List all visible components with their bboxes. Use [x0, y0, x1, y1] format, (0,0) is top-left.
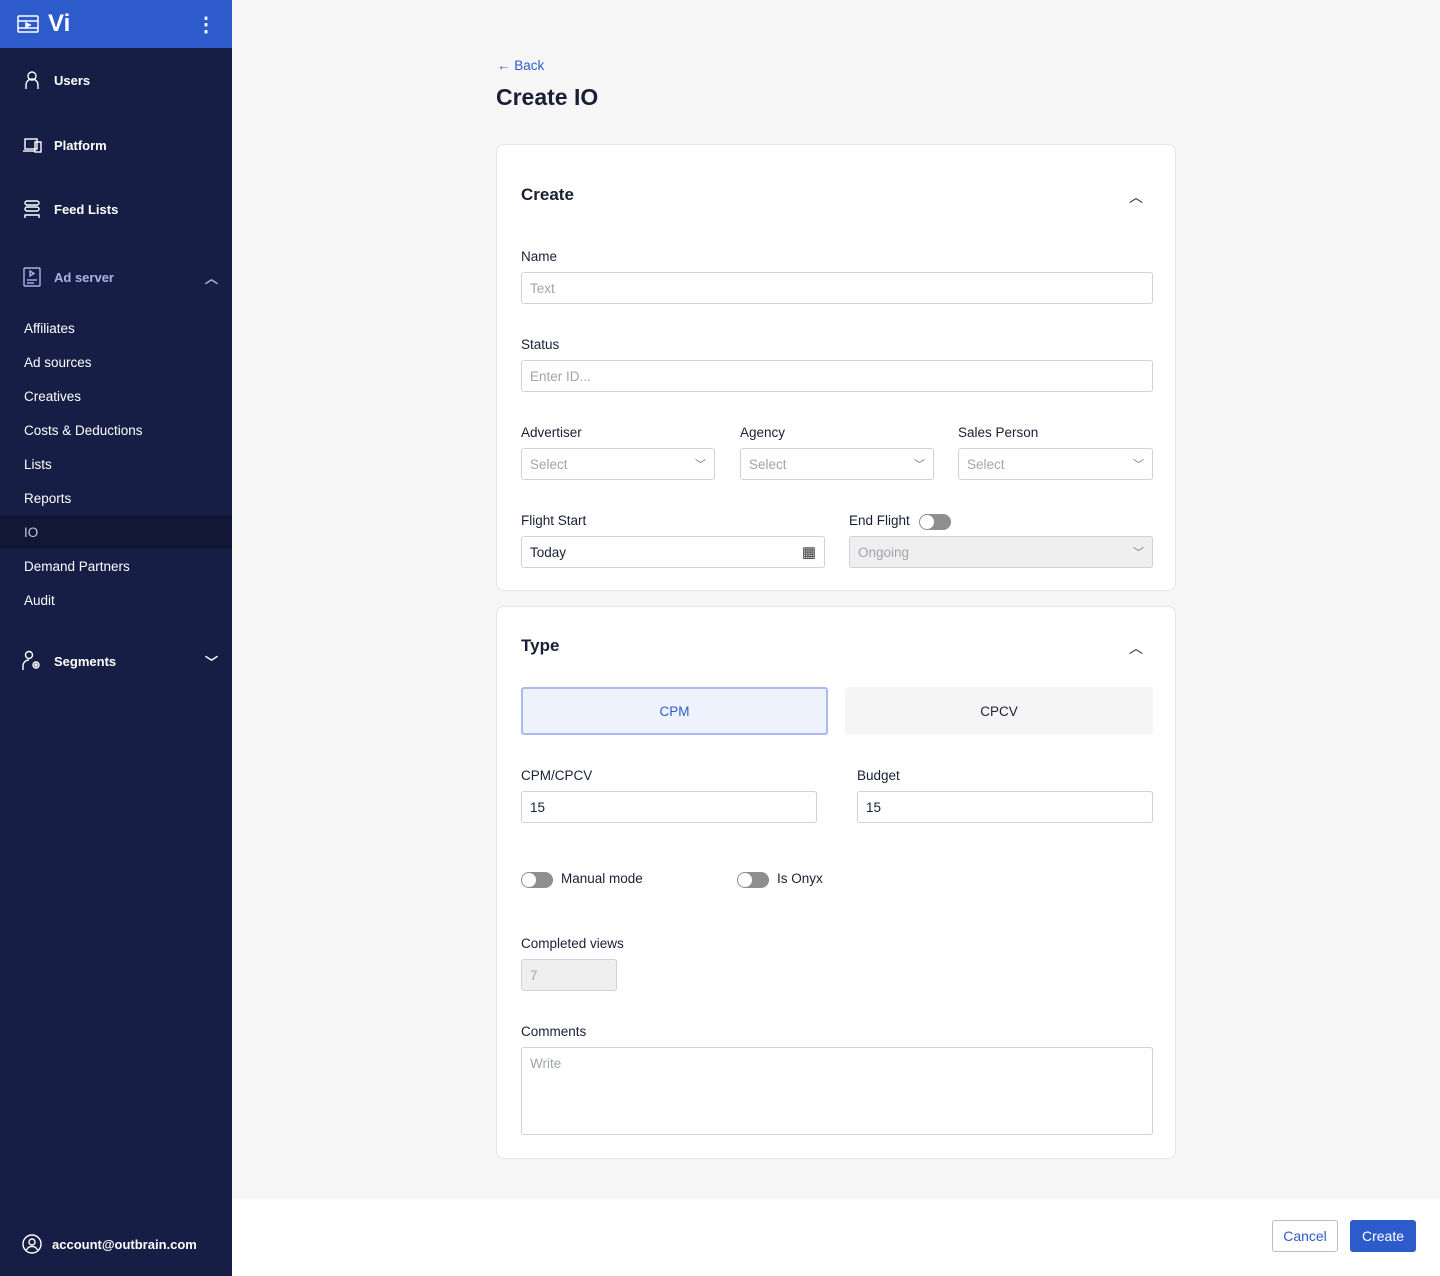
- cpm-input[interactable]: 15: [521, 791, 817, 823]
- completed-views-input: 7: [521, 959, 617, 991]
- select-placeholder: Select: [749, 456, 787, 472]
- sidebar-subitem-audit[interactable]: Audit: [0, 583, 232, 617]
- footer-bar: Cancel Create: [232, 1199, 1440, 1276]
- cpm-label: CPM/CPCV: [521, 768, 593, 783]
- completed-views-label: Completed views: [521, 936, 624, 951]
- video-logo-icon: [17, 15, 39, 33]
- chevron-down-icon: ﹀: [695, 459, 706, 471]
- comments-textarea[interactable]: Write: [521, 1047, 1153, 1135]
- devices-icon: [23, 138, 42, 153]
- status-input[interactable]: Enter ID...: [521, 360, 1153, 392]
- sidebar-item-feed-lists[interactable]: Feed Lists: [22, 199, 218, 219]
- section-title: Type: [521, 636, 560, 655]
- is-onyx-toggle[interactable]: [737, 872, 769, 888]
- name-input[interactable]: Text: [521, 272, 1153, 304]
- sidebar: Vi ⋮ Users Platform Feed Lists Ad server…: [0, 0, 232, 1276]
- select-placeholder: Select: [967, 456, 1005, 472]
- page-title: Create IO: [496, 84, 599, 110]
- chevron-up-icon[interactable]: ︿: [1129, 638, 1143, 658]
- sidebar-subitem-demand-partners[interactable]: Demand Partners: [0, 549, 232, 583]
- sidebar-item-users[interactable]: Users: [22, 70, 218, 90]
- sales-person-label: Sales Person: [958, 425, 1039, 440]
- sidebar-subitem-affiliates[interactable]: Affiliates: [0, 311, 232, 345]
- sidebar-item-platform[interactable]: Platform: [22, 135, 218, 155]
- status-placeholder: Enter ID...: [530, 368, 591, 384]
- create-section: Create ︿ Name Text Status Enter ID... Ad…: [496, 144, 1176, 591]
- sidebar-item-label: Ad server: [54, 269, 114, 285]
- section-title: Create: [521, 185, 574, 204]
- completed-views-value: 7: [530, 967, 538, 983]
- chevron-up-icon[interactable]: ︿: [1129, 187, 1143, 207]
- sales-person-select[interactable]: Select ﹀: [958, 448, 1153, 480]
- select-placeholder: Select: [530, 456, 568, 472]
- status-label: Status: [521, 337, 560, 352]
- budget-label: Budget: [857, 768, 900, 783]
- type-option-cpcv[interactable]: CPCV: [845, 687, 1153, 735]
- create-button[interactable]: Create: [1350, 1220, 1416, 1252]
- chevron-up-icon[interactable]: ︿: [205, 268, 218, 287]
- sidebar-item-label: Feed Lists: [54, 201, 119, 217]
- list-stack-icon: [24, 200, 40, 218]
- calendar-icon[interactable]: ▦: [802, 543, 816, 561]
- chevron-down-icon: ﹀: [1133, 547, 1144, 559]
- sidebar-subitem-lists[interactable]: Lists: [0, 447, 232, 481]
- agency-select[interactable]: Select ﹀: [740, 448, 934, 480]
- comments-label: Comments: [521, 1024, 587, 1039]
- chevron-down-icon: ﹀: [1133, 459, 1144, 471]
- cancel-button[interactable]: Cancel: [1272, 1220, 1338, 1252]
- account-email: account@outbrain.com: [52, 1236, 197, 1252]
- account-icon: [22, 1234, 42, 1254]
- flight-start-value: Today: [530, 544, 567, 560]
- chevron-down-icon[interactable]: ﹀: [205, 652, 218, 671]
- budget-input[interactable]: 15: [857, 791, 1153, 823]
- is-onyx-label: Is Onyx: [777, 871, 823, 886]
- name-label: Name: [521, 249, 558, 264]
- user-settings-icon: [22, 650, 40, 670]
- logo[interactable]: Vi: [16, 10, 70, 38]
- sidebar-item-label: Segments: [54, 653, 117, 669]
- manual-mode-label: Manual mode: [561, 871, 643, 886]
- app-title: Vi: [48, 10, 71, 37]
- type-option-cpm[interactable]: CPM: [521, 687, 828, 735]
- cpm-value: 15: [530, 799, 546, 815]
- type-section: Type ︿ CPM CPCV CPM/CPCV 15 Budget 15 Ma…: [496, 606, 1176, 1159]
- more-menu-icon[interactable]: ⋮: [196, 12, 216, 37]
- end-flight-label: End Flight: [849, 513, 910, 528]
- sidebar-subitem-costs[interactable]: Costs & Deductions: [0, 413, 232, 447]
- back-link[interactable]: ← Back: [497, 58, 544, 73]
- user-icon: [25, 71, 39, 89]
- ad-server-icon: [23, 267, 41, 287]
- chevron-down-icon: ﹀: [914, 459, 925, 471]
- account-menu[interactable]: account@outbrain.com: [22, 1234, 197, 1254]
- agency-label: Agency: [740, 425, 786, 440]
- name-placeholder: Text: [530, 280, 555, 296]
- sidebar-header: Vi ⋮: [0, 0, 232, 48]
- advertiser-select[interactable]: Select ﹀: [521, 448, 715, 480]
- flight-start-input[interactable]: Today ▦: [521, 536, 825, 568]
- sidebar-subitem-io[interactable]: IO: [0, 515, 232, 549]
- sidebar-item-label: Platform: [54, 137, 107, 153]
- budget-value: 15: [866, 799, 882, 815]
- sidebar-subitem-reports[interactable]: Reports: [0, 481, 232, 515]
- sidebar-subitem-ad-sources[interactable]: Ad sources: [0, 345, 232, 379]
- comments-placeholder: Write: [530, 1056, 562, 1071]
- advertiser-label: Advertiser: [521, 425, 582, 440]
- manual-mode-toggle[interactable]: [521, 872, 553, 888]
- flight-start-label: Flight Start: [521, 513, 587, 528]
- sidebar-item-segments[interactable]: Segments ﹀: [22, 650, 218, 672]
- sidebar-item-label: Users: [54, 72, 91, 88]
- end-flight-select: Ongoing ﹀: [849, 536, 1153, 568]
- sidebar-item-ad-server[interactable]: Ad server ︿: [22, 267, 218, 287]
- sidebar-subitem-creatives[interactable]: Creatives: [0, 379, 232, 413]
- end-flight-value: Ongoing: [858, 544, 910, 560]
- end-flight-toggle[interactable]: [919, 514, 951, 530]
